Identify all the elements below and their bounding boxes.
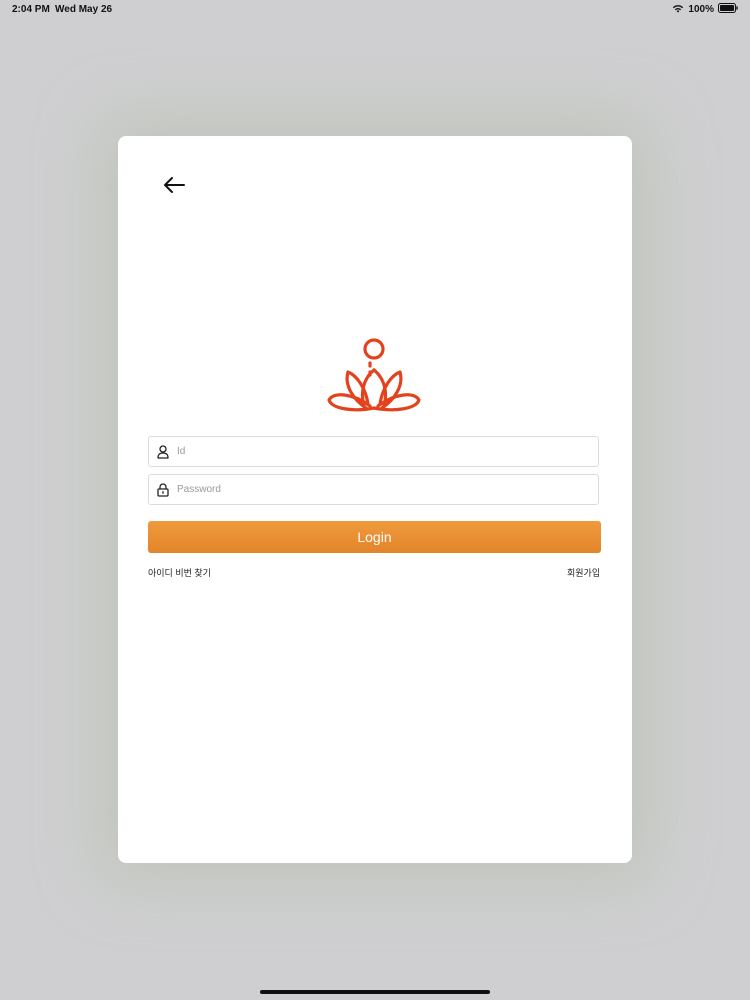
lock-icon [149, 475, 177, 504]
status-date: Wed May 26 [55, 4, 113, 15]
password-field-container [148, 474, 599, 505]
user-icon [149, 437, 177, 466]
id-field-container [148, 436, 599, 467]
status-indicators: 100% [672, 3, 738, 16]
password-input[interactable] [177, 476, 598, 503]
status-time: 2:04 PM [12, 4, 50, 15]
arrow-left-icon [162, 176, 186, 199]
signup-link[interactable]: 회원가입 [567, 566, 600, 579]
battery-percent: 100% [688, 4, 714, 15]
wifi-icon [672, 4, 684, 16]
meditation-lotus-logo [324, 334, 424, 416]
battery-icon [718, 3, 738, 16]
back-button[interactable] [158, 172, 190, 202]
home-indicator [260, 990, 490, 994]
id-input[interactable] [177, 438, 598, 465]
find-account-link[interactable]: 아이디 비번 찾기 [148, 566, 211, 579]
login-modal: Login 아이디 비번 찾기 회원가입 [118, 136, 632, 863]
login-button[interactable]: Login [148, 521, 601, 553]
status-bar: 2:04 PM Wed May 26 100% [0, 0, 750, 20]
